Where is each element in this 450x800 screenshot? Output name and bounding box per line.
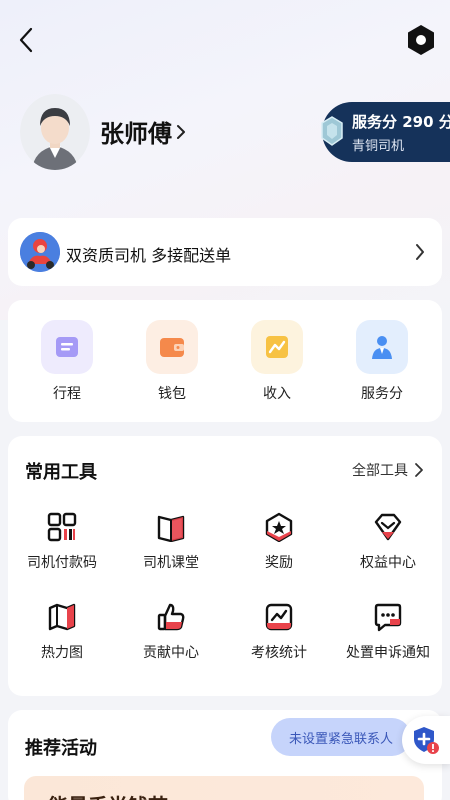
- all-tools-label: 全部工具: [352, 463, 408, 479]
- qualification-text: 双资质司机 多接配送单: [66, 246, 232, 265]
- wallet-icon: [146, 320, 198, 374]
- shield-alert-icon: [414, 727, 439, 754]
- tool-label: 贡献中心: [143, 645, 199, 661]
- profile-section: 张师傅: [20, 94, 320, 170]
- tool-payment-code[interactable]: 司机付款码: [7, 510, 117, 572]
- driver-name[interactable]: 张师傅: [100, 114, 186, 149]
- recommended-title: 推荐活动: [25, 738, 97, 759]
- tool-driver-class[interactable]: 司机课堂: [116, 510, 226, 572]
- tool-label: 司机付款码: [27, 555, 97, 571]
- quick-action-label: 行程: [53, 386, 81, 402]
- tool-assessment-stats[interactable]: 考核统计: [224, 600, 334, 662]
- reward-icon: [262, 510, 296, 544]
- common-tools-card: 常用工具 全部工具 司机付款码 司机课堂 奖励 权益中心 热力图 贡献中心 考核…: [8, 436, 442, 696]
- book-icon: [154, 510, 188, 544]
- quick-action-trip[interactable]: 行程: [15, 320, 119, 403]
- tool-reward[interactable]: 奖励: [224, 510, 334, 572]
- driver-name-text: 张师傅: [100, 120, 172, 148]
- activity-banner-text: 能量手半钱节: [48, 790, 168, 800]
- chevron-right-icon: [416, 244, 424, 260]
- service-score-card[interactable]: 服务分 290 分 青铜司机: [321, 102, 450, 162]
- activity-banner[interactable]: 能量手半钱节: [24, 776, 424, 800]
- top-bar: [0, 0, 450, 80]
- heatmap-icon: [45, 600, 79, 634]
- message-icon: [371, 600, 405, 634]
- stats-icon: [262, 600, 296, 634]
- qr-code-icon: [45, 510, 79, 544]
- tool-label: 奖励: [265, 555, 293, 571]
- tool-benefits[interactable]: 权益中心: [333, 510, 443, 572]
- tools-section-title: 常用工具: [25, 462, 97, 483]
- thumbs-up-icon: [154, 600, 188, 634]
- all-tools-link[interactable]: 全部工具: [352, 460, 424, 480]
- settings-button[interactable]: [404, 22, 438, 58]
- income-icon: [251, 320, 303, 374]
- benefits-icon: [371, 510, 405, 544]
- gear-icon: [408, 25, 434, 55]
- tool-heatmap[interactable]: 热力图: [7, 600, 117, 662]
- avatar[interactable]: [20, 94, 90, 170]
- tool-label: 处置申诉通知: [346, 645, 430, 661]
- quick-action-label: 收入: [263, 386, 291, 402]
- quick-action-wallet[interactable]: 钱包: [120, 320, 224, 403]
- emergency-contact-prompt[interactable]: 未设置紧急联系人: [271, 718, 411, 756]
- quick-action-service-score[interactable]: 服务分: [330, 320, 434, 403]
- chevron-right-icon: [415, 463, 423, 477]
- tool-label: 考核统计: [251, 645, 307, 661]
- safety-center-button[interactable]: [402, 716, 450, 764]
- quick-action-income[interactable]: 收入: [225, 320, 329, 403]
- tool-appeal-notice[interactable]: 处置申诉通知: [333, 600, 443, 662]
- tool-label: 司机课堂: [143, 555, 199, 571]
- quick-action-label: 钱包: [158, 386, 186, 402]
- tool-contribution[interactable]: 贡献中心: [116, 600, 226, 662]
- tool-label: 权益中心: [360, 555, 416, 571]
- service-score-value: 服务分 290 分: [352, 113, 450, 131]
- driver-level: 青铜司机: [352, 139, 405, 154]
- tool-label: 热力图: [41, 645, 83, 661]
- quick-actions-card: 行程 钱包 收入 服务分: [8, 300, 442, 422]
- trip-icon: [41, 320, 93, 374]
- qualification-banner[interactable]: 双资质司机 多接配送单: [8, 218, 442, 286]
- rider-avatar-icon: [20, 232, 60, 272]
- chevron-left-icon: [19, 27, 33, 53]
- service-score-icon: [356, 320, 408, 374]
- quick-action-label: 服务分: [361, 386, 403, 402]
- bronze-badge-icon: [321, 116, 343, 146]
- back-button[interactable]: [12, 24, 40, 56]
- chevron-right-icon: [177, 124, 185, 139]
